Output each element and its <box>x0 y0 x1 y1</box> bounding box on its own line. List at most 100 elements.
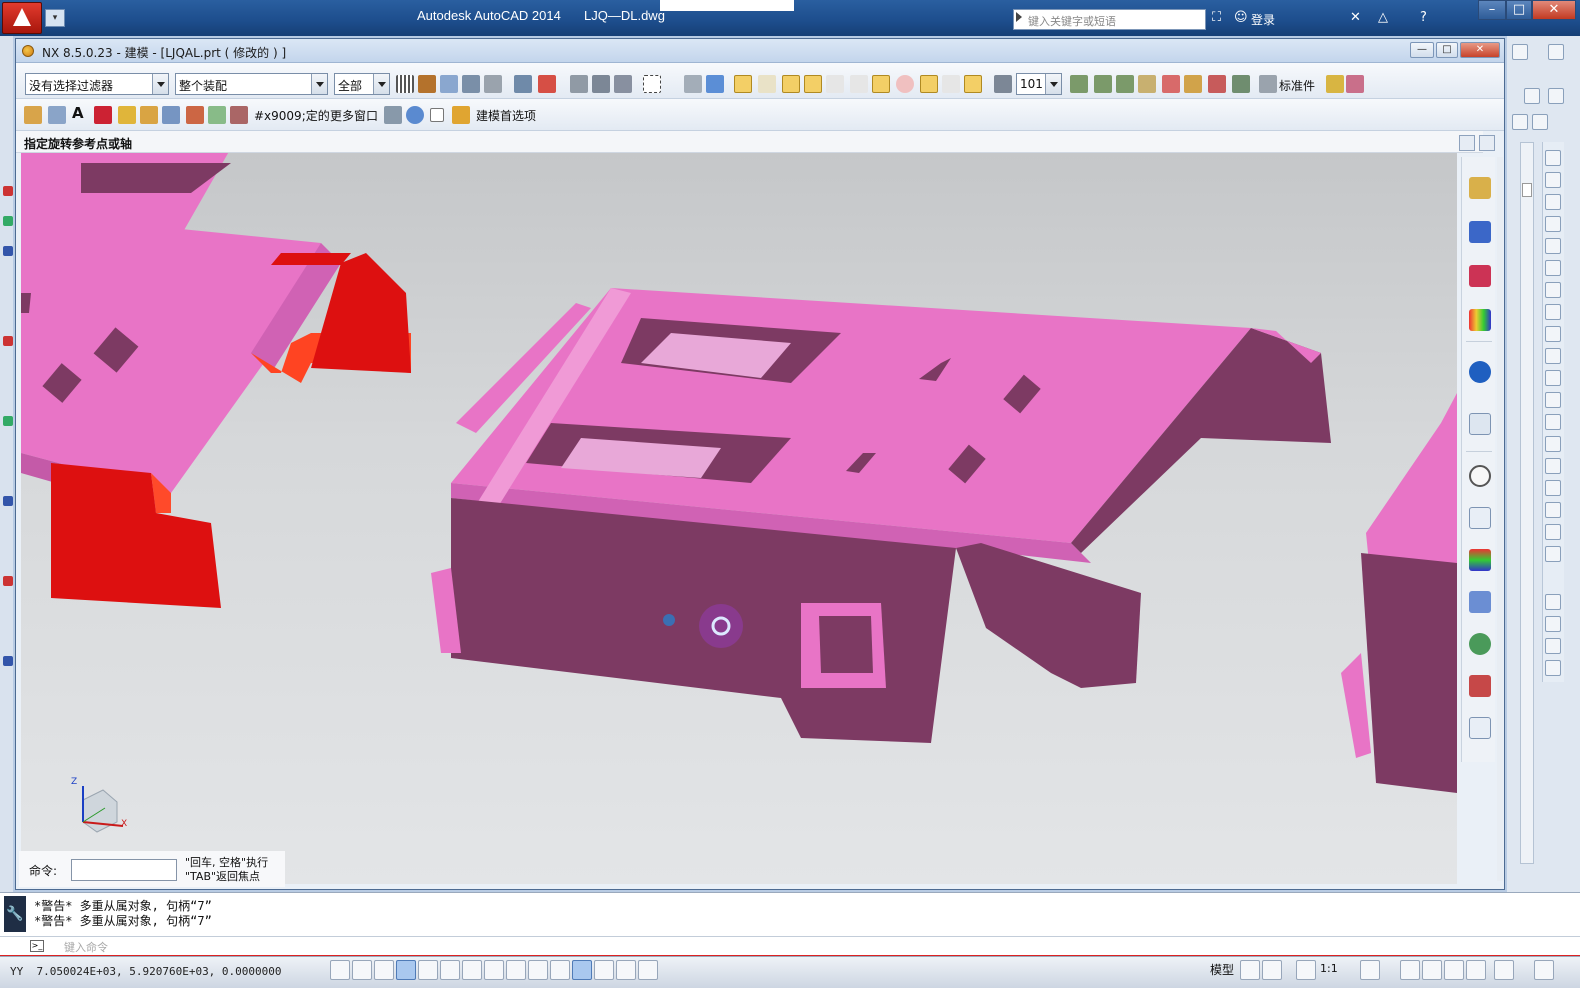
3d-osnap-icon[interactable] <box>462 960 482 980</box>
tool-icon[interactable] <box>3 246 13 256</box>
grid-display-icon[interactable] <box>374 960 394 980</box>
tool-icon[interactable] <box>3 576 13 586</box>
layer-visible-icon[interactable] <box>1070 75 1088 93</box>
customize-icon[interactable]: 🔧 <box>4 896 26 932</box>
ducs-icon[interactable] <box>506 960 526 980</box>
layout-tab-icon[interactable] <box>1262 960 1282 980</box>
tool-icon[interactable] <box>3 656 13 666</box>
snap-mode-icon[interactable] <box>352 960 372 980</box>
break-icon[interactable] <box>1545 392 1561 408</box>
help-icon[interactable]: ? <box>1420 10 1427 25</box>
otrack-icon[interactable] <box>484 960 504 980</box>
center-bracket-part[interactable] <box>431 288 1331 743</box>
layer-icon[interactable] <box>1532 114 1548 130</box>
rotate-icon[interactable] <box>1545 282 1561 298</box>
trim-icon[interactable] <box>1545 348 1561 364</box>
library-icon[interactable] <box>1469 717 1491 739</box>
quadrant-snap-icon[interactable] <box>896 75 914 93</box>
maximize-button[interactable]: □ <box>1506 0 1532 20</box>
work-layer-select[interactable]: 101 <box>1016 73 1062 95</box>
copy-part-icon[interactable] <box>140 106 158 124</box>
polar-tracking-icon[interactable] <box>418 960 438 980</box>
expression-icon[interactable] <box>1184 75 1202 93</box>
fullscreen-icon[interactable] <box>1479 135 1495 151</box>
status-menu-icon[interactable] <box>1494 960 1514 980</box>
clean-screen-icon[interactable] <box>1534 960 1554 980</box>
workspace-icon[interactable] <box>1400 960 1420 980</box>
model-space-button[interactable]: 模型 <box>1210 961 1234 978</box>
lock-icon[interactable] <box>1422 960 1442 980</box>
tool-icon[interactable] <box>3 216 13 226</box>
nx-close-button[interactable]: ✕ <box>1460 42 1500 58</box>
pencil-icon[interactable] <box>1545 150 1561 166</box>
chevron-down-icon[interactable] <box>152 74 168 94</box>
tool-icon[interactable] <box>3 186 13 196</box>
standard-parts-icon[interactable] <box>1259 75 1277 93</box>
quick-access-dropdown[interactable]: ▾ <box>45 9 65 27</box>
layer-settings-icon[interactable] <box>994 75 1012 93</box>
manufacturing-wizard-icon[interactable] <box>1469 591 1491 613</box>
system-materials-icon[interactable] <box>1469 507 1491 529</box>
info-icon[interactable] <box>1208 75 1226 93</box>
quick-properties-icon[interactable] <box>594 960 614 980</box>
csys-icon[interactable] <box>208 106 226 124</box>
text-tool-icon[interactable]: A <box>72 104 84 122</box>
filter-icon[interactable] <box>1545 546 1561 562</box>
mesh-icon[interactable] <box>570 75 588 93</box>
connect-icon[interactable]: △ <box>1378 10 1388 25</box>
palettes-icon[interactable] <box>1469 675 1491 697</box>
feature-icon[interactable] <box>418 75 436 93</box>
close-button[interactable]: ✕ <box>1532 0 1576 20</box>
datum-icon[interactable] <box>48 106 66 124</box>
transparency-icon[interactable] <box>572 960 592 980</box>
refresh-icon[interactable] <box>406 106 424 124</box>
copy-icon[interactable] <box>1545 172 1561 188</box>
selection-cycling-icon[interactable] <box>616 960 636 980</box>
preferences-icon[interactable] <box>452 106 470 124</box>
layer-icon[interactable] <box>1512 114 1528 130</box>
layout-tab-icon[interactable] <box>1240 960 1260 980</box>
line-snap-icon[interactable] <box>782 75 800 93</box>
web-browser-icon[interactable] <box>1469 413 1491 435</box>
sketch-icon[interactable] <box>24 106 42 124</box>
history-icon[interactable] <box>1469 465 1491 487</box>
chamfer-icon[interactable] <box>1545 436 1561 452</box>
face-icon[interactable] <box>462 75 480 93</box>
infer-constraints-icon[interactable] <box>330 960 350 980</box>
spline-snap-icon[interactable] <box>826 75 844 93</box>
right-bracket-part[interactable] <box>1341 393 1457 793</box>
mirror-icon[interactable] <box>1545 194 1561 210</box>
tool-icon[interactable] <box>3 496 13 506</box>
move-icon[interactable] <box>1545 260 1561 276</box>
search-expand-icon[interactable] <box>1016 12 1022 22</box>
nx-scrollbar[interactable] <box>1497 157 1503 881</box>
grid-icon[interactable] <box>396 75 414 93</box>
login-button[interactable]: 登录 <box>1251 11 1275 28</box>
analysis-icon[interactable] <box>1162 75 1180 93</box>
midpoint-snap-icon[interactable] <box>758 75 776 93</box>
explode-icon[interactable] <box>1545 480 1561 496</box>
close-drawing-icon[interactable] <box>1548 44 1564 60</box>
left-bracket-part[interactable] <box>21 153 411 608</box>
nx-command-input[interactable] <box>71 859 177 881</box>
draworder-icon[interactable] <box>1545 638 1561 654</box>
tool-icon[interactable] <box>3 336 13 346</box>
exchange-icon[interactable]: ✕ <box>1350 10 1361 25</box>
assembly-icon[interactable] <box>1232 75 1250 93</box>
box-select-icon[interactable] <box>643 75 661 93</box>
body-icon[interactable] <box>440 75 458 93</box>
intersection-snap-icon[interactable] <box>920 75 938 93</box>
draworder-icon[interactable] <box>1545 660 1561 676</box>
stretch-icon[interactable] <box>1545 326 1561 342</box>
pick-icon[interactable] <box>614 75 632 93</box>
join-icon[interactable] <box>1545 414 1561 430</box>
chevron-down-icon[interactable] <box>311 74 327 94</box>
layout-icon[interactable] <box>1459 135 1475 151</box>
minimize-button[interactable]: – <box>1478 0 1506 20</box>
bolt-icon[interactable] <box>1326 75 1344 93</box>
point-on-face-icon[interactable] <box>964 75 982 93</box>
layer-icon[interactable] <box>1548 88 1564 104</box>
layer-icon[interactable] <box>1524 88 1540 104</box>
user-icon[interactable]: ☺ <box>1234 10 1248 25</box>
lineweight-icon[interactable] <box>550 960 570 980</box>
